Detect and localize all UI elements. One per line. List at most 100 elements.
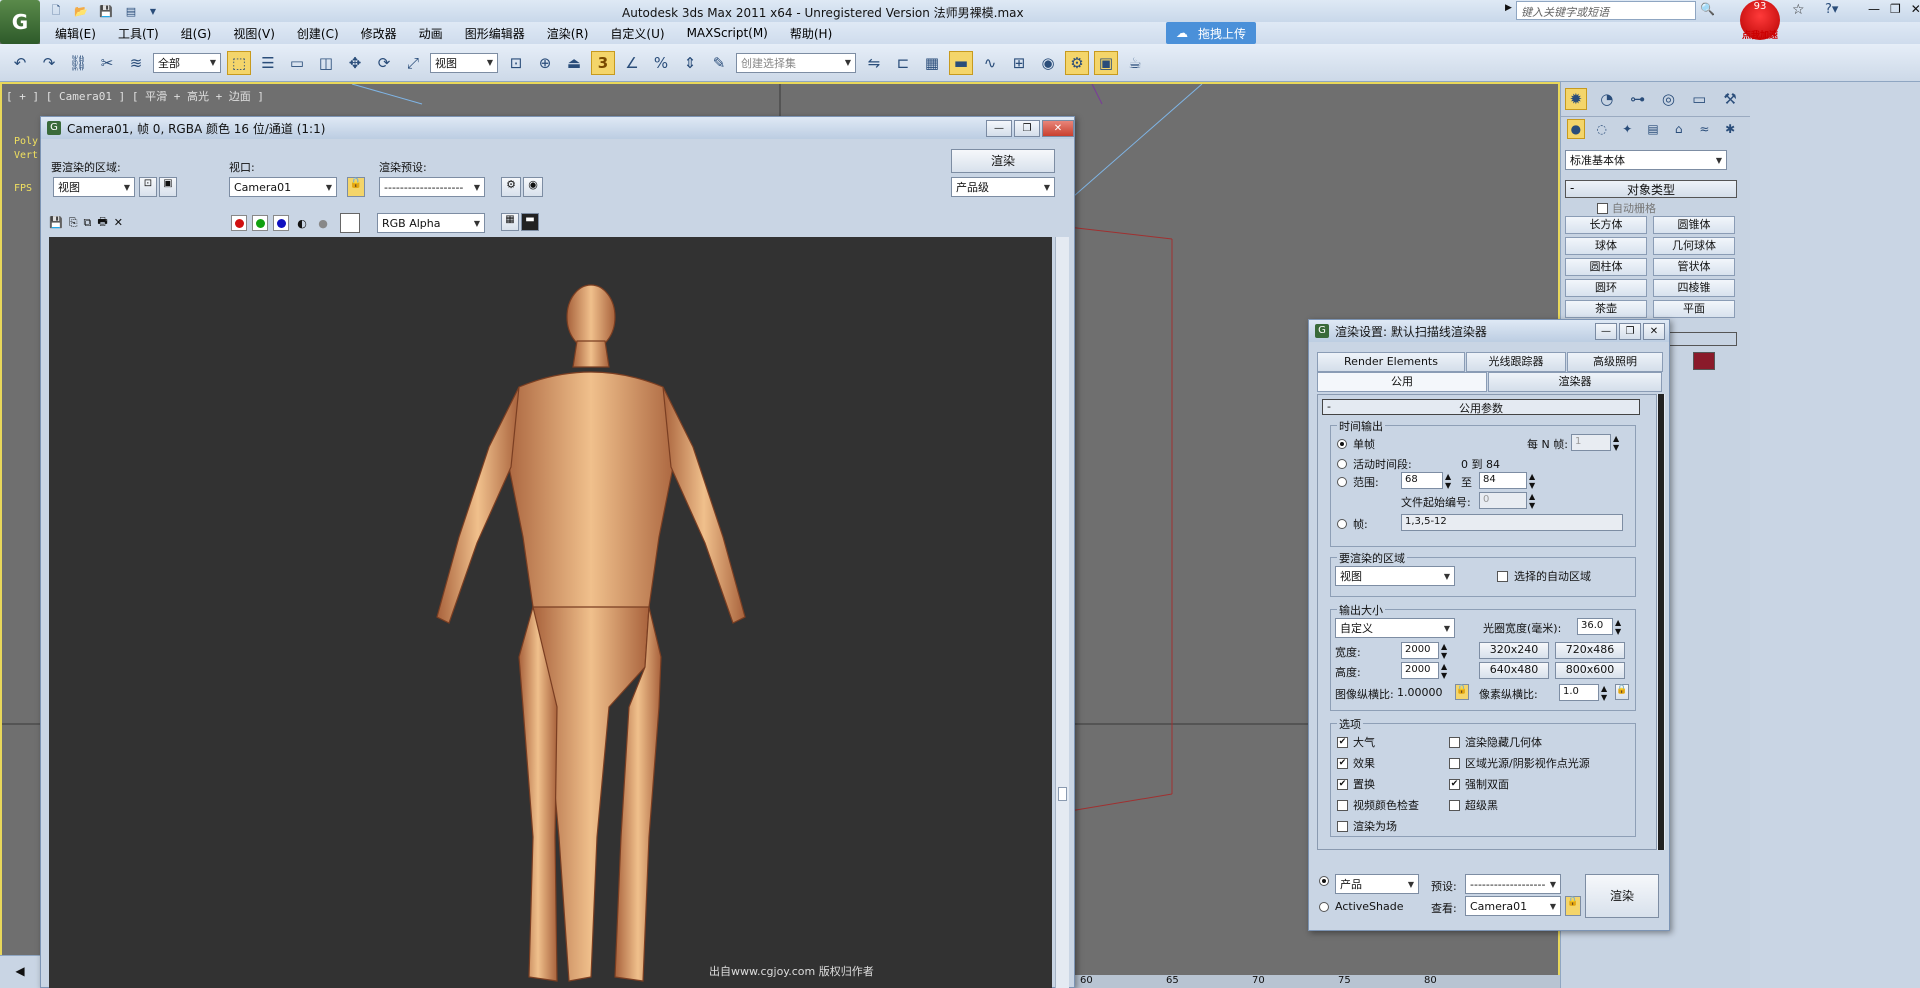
frame-vertical-scrollbar[interactable]: [1055, 237, 1069, 988]
file-start-input[interactable]: 0: [1479, 492, 1527, 509]
effects-checkbox[interactable]: ✔: [1337, 757, 1348, 769]
reference-coord-select[interactable]: 视图 ▼: [430, 52, 498, 73]
single-frame-radio[interactable]: [1337, 439, 1347, 449]
teapot-button[interactable]: 茶壶: [1565, 300, 1647, 318]
minimize-icon[interactable]: —: [986, 119, 1012, 137]
snaps-toggle-icon[interactable]: 3: [591, 50, 615, 75]
close-icon[interactable]: ✕: [1042, 119, 1074, 137]
render-to-fields-checkbox[interactable]: [1337, 820, 1348, 832]
auto-region-icon[interactable]: ▣: [159, 177, 177, 197]
pixel-aspect-input[interactable]: 1.0: [1559, 684, 1599, 701]
restore-icon[interactable]: ❐: [1890, 2, 1901, 16]
scale-icon[interactable]: ⤢: [401, 51, 425, 75]
move-icon[interactable]: ✥: [343, 51, 367, 75]
primitive-category-select[interactable]: 标准基本体 ▼: [1565, 150, 1727, 170]
menu-group[interactable]: 组(G): [181, 25, 212, 42]
spinner-arrows-icon[interactable]: ▲ ▼: [1601, 684, 1607, 702]
area-to-render-select[interactable]: 视图 ▼: [53, 177, 135, 197]
lock-pixel-aspect-icon[interactable]: 🔒: [1615, 684, 1629, 700]
production-mode-option[interactable]: [1319, 876, 1329, 886]
unlink-icon[interactable]: ✂: [95, 51, 119, 75]
edit-region-icon[interactable]: ⊡: [139, 177, 157, 197]
active-segment-radio[interactable]: [1337, 459, 1347, 469]
geometry-icon[interactable]: ●: [1567, 119, 1585, 139]
option-displacement[interactable]: ✔ 置换: [1337, 776, 1449, 792]
plane-button[interactable]: 平面: [1653, 300, 1735, 318]
menu-rendering[interactable]: 渲染(R): [547, 25, 589, 42]
spinner-arrows-icon[interactable]: ▲ ▼: [1441, 662, 1447, 680]
shapes-icon[interactable]: ◌: [1593, 119, 1611, 139]
environment-icon[interactable]: ◉: [523, 177, 543, 197]
mirror-icon[interactable]: ⇋: [862, 51, 886, 75]
render-production-icon[interactable]: ☕: [1123, 51, 1147, 75]
aperture-input[interactable]: 36.0: [1577, 618, 1613, 635]
timeline-nav-icon[interactable]: ◀: [0, 955, 40, 988]
viewport-label[interactable]: [ + ] [ Camera01 ] [ 平滑 + 高光 + 边面 ]: [6, 88, 264, 104]
menu-edit[interactable]: 编辑(E): [55, 25, 96, 42]
footer-preset-select[interactable]: ------------------- ▼: [1465, 874, 1561, 894]
menu-tools[interactable]: 工具(T): [118, 25, 159, 42]
menu-modifiers[interactable]: 修改器: [361, 25, 397, 42]
align-icon[interactable]: ⊏: [891, 51, 915, 75]
option-area-lights[interactable]: 区域光源/阴影视作点光源: [1449, 755, 1633, 771]
lock-aspect-icon[interactable]: 🔒: [1455, 684, 1469, 700]
atmospherics-checkbox[interactable]: ✔: [1337, 736, 1348, 748]
spacewarps-icon[interactable]: ≈: [1696, 119, 1714, 139]
height-input[interactable]: 2000: [1401, 662, 1439, 679]
keyboard-shortcut-icon[interactable]: ⏏: [562, 51, 586, 75]
infocenter-arrow-icon[interactable]: ▶: [1505, 3, 1512, 13]
edit-named-selection-icon[interactable]: ✎: [707, 51, 731, 75]
display-panel-icon[interactable]: ▭: [1688, 88, 1710, 110]
search-input[interactable]: 键入关键字或短语: [1516, 1, 1696, 20]
close-icon[interactable]: ✕: [1643, 322, 1665, 340]
option-super-black[interactable]: 超级黑: [1449, 797, 1633, 813]
percent-snap-icon[interactable]: %: [649, 51, 673, 75]
viewport-select[interactable]: Camera01 ▼: [229, 177, 337, 197]
tube-button[interactable]: 管状体: [1653, 258, 1735, 276]
object-type-rollout[interactable]: - 对象类型: [1565, 180, 1737, 198]
lock-viewport-icon[interactable]: 🔒: [347, 177, 365, 197]
menu-help[interactable]: 帮助(H): [790, 25, 832, 42]
frames-option[interactable]: 帧:: [1337, 516, 1368, 532]
render-setup-icon[interactable]: ⚙: [1065, 50, 1089, 75]
quick-access-dropdown-icon[interactable]: ▼: [148, 3, 158, 19]
rectangular-selection-icon[interactable]: ▭: [285, 51, 309, 75]
tab-render-elements[interactable]: Render Elements: [1317, 352, 1465, 372]
menu-views[interactable]: 视图(V): [233, 25, 275, 42]
active-segment-option[interactable]: 活动时间段:: [1337, 456, 1412, 472]
selection-filter-select[interactable]: 全部 ▼: [153, 52, 221, 73]
tab-renderer[interactable]: 渲染器: [1488, 372, 1662, 392]
select-object-icon[interactable]: ⬚: [227, 50, 251, 75]
range-radio[interactable]: [1337, 477, 1347, 487]
option-video-color-check[interactable]: 视频颜色检查: [1337, 797, 1449, 813]
frames-radio[interactable]: [1337, 519, 1347, 529]
open-file-icon[interactable]: 📂: [73, 3, 89, 19]
geosphere-button[interactable]: 几何球体: [1653, 237, 1735, 255]
autogrid-row[interactable]: 自动栅格: [1597, 200, 1656, 216]
option-force-2-sided[interactable]: ✔ 强制双面: [1449, 776, 1633, 792]
systems-icon[interactable]: ✱: [1721, 119, 1739, 139]
frame-window-titlebar[interactable]: G Camera01, 帧 0, RGBA 颜色 16 位/通道 (1:1) —…: [41, 117, 1074, 139]
modify-panel-icon[interactable]: ◔: [1596, 88, 1618, 110]
preset-720x486-button[interactable]: 720x486: [1555, 642, 1625, 659]
cameras-icon[interactable]: ▤: [1644, 119, 1662, 139]
super-black-checkbox[interactable]: [1449, 799, 1460, 811]
video-color-check-checkbox[interactable]: [1337, 799, 1348, 811]
tab-advanced-lighting[interactable]: 高级照明: [1567, 352, 1663, 372]
alpha-channel-icon[interactable]: ◐: [294, 215, 310, 231]
production-radio[interactable]: [1319, 876, 1329, 886]
display-alpha-icon[interactable]: ▦: [501, 213, 519, 231]
scrollbar-thumb[interactable]: [1058, 787, 1067, 801]
frame-render-button[interactable]: 渲染: [951, 149, 1055, 173]
render-quality-select[interactable]: 产品级 ▼: [951, 177, 1055, 197]
spinner-arrows-icon[interactable]: ▲ ▼: [1615, 618, 1621, 636]
render-setup-titlebar[interactable]: G 渲染设置: 默认扫描线渲染器 — ❐ ✕: [1309, 320, 1669, 342]
auto-region-option[interactable]: 选择的自动区域: [1497, 568, 1591, 584]
autogrid-checkbox[interactable]: [1597, 202, 1608, 214]
tab-common[interactable]: 公用: [1317, 372, 1487, 392]
bind-space-warp-icon[interactable]: ≋: [124, 51, 148, 75]
activeshade-option[interactable]: ActiveShade: [1319, 900, 1403, 913]
monochrome-icon[interactable]: ●: [315, 215, 331, 231]
spinner-arrows-icon[interactable]: ▲ ▼: [1445, 472, 1451, 490]
favorites-star-icon[interactable]: ☆: [1792, 2, 1805, 18]
